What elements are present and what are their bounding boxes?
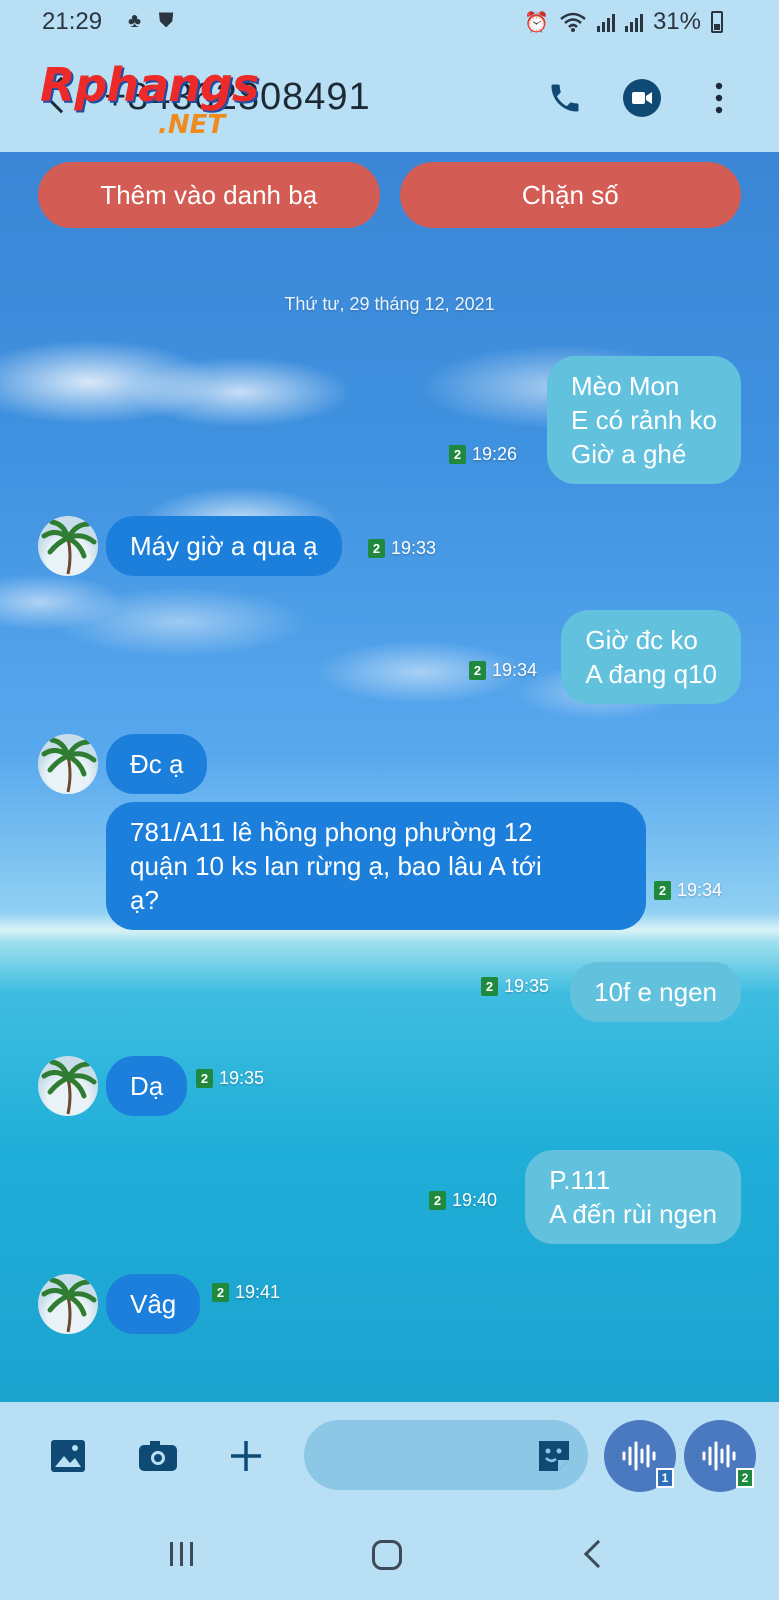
gallery-button[interactable]	[48, 1436, 88, 1476]
message-outgoing[interactable]: 10f e ngen	[570, 962, 741, 1022]
battery-percent: 31%	[652, 8, 701, 35]
notification-icons: ♣ ⛊	[128, 10, 180, 32]
home-button[interactable]	[372, 1540, 402, 1570]
sticker-icon	[539, 1441, 569, 1471]
message-outgoing[interactable]: P.111 A đến rùi ngen	[525, 1150, 741, 1244]
status-icons: ⏰ 31%	[524, 8, 723, 36]
palm-tree-icon	[41, 519, 97, 575]
battery-icon	[711, 11, 723, 33]
sim-icon: 2	[196, 1069, 213, 1088]
header-actions	[545, 78, 739, 118]
message-incoming[interactable]: Dạ	[106, 1056, 188, 1116]
watermark-logo: Rphangs .NET	[40, 58, 280, 148]
camera-icon	[139, 1441, 177, 1471]
palm-tree-icon	[41, 737, 97, 793]
sim-icon: 2	[368, 539, 385, 558]
message-meta: 2 19:33	[368, 538, 436, 559]
message-text: Đc ạ	[106, 734, 208, 794]
video-call-button[interactable]	[623, 79, 661, 117]
phone-icon	[551, 84, 579, 112]
message-incoming[interactable]: Máy giờ a qua ạ	[106, 516, 342, 576]
message-text: 781/A11 lê hồng phong phường 12 quận 10 …	[106, 802, 646, 930]
message-time: 19:40	[451, 1190, 497, 1210]
plus-icon	[231, 1441, 261, 1471]
message-time: 19:34	[491, 660, 537, 680]
message-meta: 2 19:41	[212, 1282, 280, 1303]
message-text: Giờ đc ko A đang q10	[561, 610, 741, 704]
nav-back-button[interactable]	[583, 1539, 613, 1569]
message-meta: 2 19:26	[448, 444, 517, 465]
more-vertical-icon	[715, 82, 723, 114]
message-text: Mèo Mon E có rảnh ko Giờ a ghé	[547, 356, 741, 484]
add-contact-button[interactable]: Thêm vào danh bạ	[38, 162, 380, 228]
more-options-button[interactable]	[699, 78, 739, 118]
call-button[interactable]	[545, 78, 585, 118]
voice-wave-icon	[622, 1441, 656, 1471]
message-meta: 2 19:35	[196, 1068, 264, 1089]
message-text: 10f e ngen	[570, 962, 741, 1022]
voice-record-sim2-button[interactable]: 2	[684, 1420, 756, 1492]
palm-tree-icon	[41, 1277, 97, 1333]
palm-tree-icon	[41, 1059, 97, 1115]
signal-sim1-icon	[596, 12, 615, 32]
avatar[interactable]	[38, 1056, 98, 1116]
unknown-number-actions: Thêm vào danh bạ Chặn số	[38, 162, 741, 228]
message-time: 19:35	[503, 976, 549, 996]
message-outgoing[interactable]: Mèo Mon E có rảnh ko Giờ a ghé	[547, 356, 741, 484]
message-outgoing[interactable]: Giờ đc ko A đang q10	[561, 610, 741, 704]
video-camera-icon	[632, 92, 652, 104]
message-time: 19:34	[677, 880, 723, 900]
message-time: 19:35	[219, 1068, 265, 1088]
watermark-subtext: .NET	[158, 110, 226, 140]
message-time: 19:33	[391, 538, 437, 558]
sim-icon: 2	[480, 977, 498, 996]
watermark-text: Rphangs	[40, 58, 259, 112]
message-incoming[interactable]: Vâg	[106, 1274, 201, 1334]
sim-icon: 2	[448, 445, 466, 464]
wifi-icon	[560, 12, 586, 32]
message-incoming[interactable]: Đc ạ	[106, 734, 208, 794]
message-meta: 2 19:34	[654, 880, 722, 901]
sticker-button[interactable]	[536, 1438, 572, 1472]
conversation-header: +84362808491 Rphangs .NET	[0, 48, 779, 152]
sim-icon: 2	[212, 1283, 229, 1302]
message-incoming[interactable]: 781/A11 lê hồng phong phường 12 quận 10 …	[106, 802, 646, 930]
conversation-area[interactable]: Thêm vào danh bạ Chặn số Thứ tư, 29 thán…	[0, 152, 779, 1402]
avatar[interactable]	[38, 734, 98, 794]
alarm-icon: ⏰	[524, 11, 549, 34]
avatar[interactable]	[38, 516, 98, 576]
block-number-button[interactable]: Chặn số	[399, 162, 741, 228]
message-composer: 1 2	[0, 1402, 779, 1510]
message-time: 19:26	[471, 444, 517, 464]
camera-button[interactable]	[138, 1436, 178, 1476]
sim2-badge: 2	[736, 1468, 754, 1488]
status-bar: 21:29 ♣ ⛊ ⏰ 31%	[0, 0, 779, 48]
recents-button[interactable]	[170, 1542, 193, 1566]
voice-wave-icon	[702, 1441, 736, 1471]
message-meta: 2 19:34	[468, 660, 537, 681]
sim-icon: 2	[468, 661, 486, 680]
message-text: Máy giờ a qua ạ	[106, 516, 342, 576]
message-text: P.111 A đến rùi ngen	[525, 1150, 741, 1244]
message-time: 19:41	[235, 1282, 281, 1302]
voice-record-sim1-button[interactable]: 1	[604, 1420, 676, 1492]
message-text: Dạ	[106, 1056, 188, 1116]
image-icon	[51, 1440, 85, 1472]
message-text: Vâg	[106, 1274, 201, 1334]
sim1-badge: 1	[656, 1468, 674, 1488]
sim-icon: 2	[654, 881, 671, 900]
signal-sim2-icon	[624, 12, 643, 32]
message-meta: 2 19:35	[480, 976, 549, 997]
message-meta: 2 19:40	[428, 1190, 497, 1211]
attach-button[interactable]	[226, 1436, 266, 1476]
navigation-bar	[0, 1510, 779, 1600]
date-separator: Thứ tư, 29 tháng 12, 2021	[284, 294, 495, 314]
sim-icon: 2	[428, 1191, 446, 1210]
status-time: 21:29	[42, 8, 103, 35]
avatar[interactable]	[38, 1274, 98, 1334]
